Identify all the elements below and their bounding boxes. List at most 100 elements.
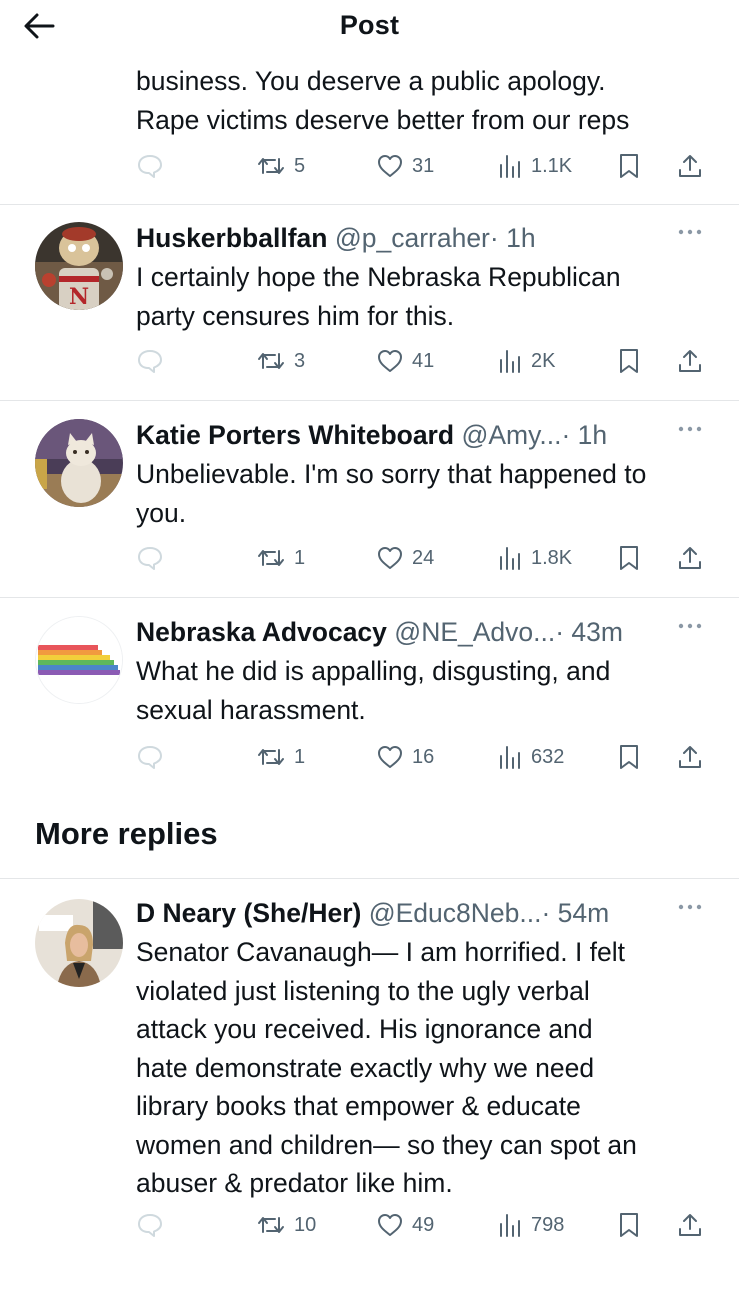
tweet-text: I certainly hope the Nebraska Republican…: [136, 258, 716, 335]
share-button[interactable]: [676, 739, 704, 775]
reply-tweet[interactable]: business. You deserve a public apology. …: [0, 62, 739, 202]
tweet-text-line: abuser & predator like him.: [136, 1168, 453, 1198]
user-handle[interactable]: @p_carraher: [335, 223, 490, 253]
bookmark-button[interactable]: [617, 1207, 641, 1243]
likes-count: 31: [412, 154, 435, 177]
like-button[interactable]: 49: [376, 1207, 434, 1243]
avatar[interactable]: [35, 899, 123, 987]
avatar[interactable]: N: [35, 222, 123, 310]
reply-button[interactable]: [136, 1207, 164, 1243]
divider: [0, 400, 739, 401]
avatar[interactable]: [35, 616, 123, 704]
views-bar-chart-icon: [497, 1212, 523, 1238]
views-count: 632: [531, 745, 565, 768]
tweet-header: Huskerbballfan @p_carraher· 1h: [136, 220, 676, 256]
more-options-button[interactable]: [672, 895, 708, 925]
views-button[interactable]: 798: [497, 1207, 564, 1243]
timestamp[interactable]: · 1h: [490, 223, 536, 253]
tweet-header: Nebraska Advocacy @NE_Advo...· 43m: [136, 614, 676, 650]
avatar[interactable]: [35, 419, 123, 507]
comment-bubble-icon: [136, 153, 164, 179]
reply-button[interactable]: [136, 540, 164, 576]
retweet-button[interactable]: 1: [256, 540, 305, 576]
bookmark-icon: [617, 347, 641, 375]
reply-tweet[interactable]: Katie Porters Whiteboard @Amy...· 1h Unb…: [0, 417, 739, 587]
tweet-text-line: hate demonstrate exactly why we need: [136, 1052, 595, 1083]
tweet-text: Senator Cavanaugh— I am horrified. I fel…: [136, 933, 716, 1203]
share-upload-icon: [676, 544, 704, 572]
tweet-header: Katie Porters Whiteboard @Amy...· 1h: [136, 417, 676, 453]
bookmark-button[interactable]: [617, 540, 641, 576]
share-button[interactable]: [676, 540, 704, 576]
tweet-actions: 1 16 632: [0, 739, 739, 775]
timestamp[interactable]: · 43m: [555, 617, 623, 647]
views-button[interactable]: 1.8K: [497, 540, 572, 576]
display-name[interactable]: Huskerbballfan: [136, 223, 327, 253]
share-upload-icon: [676, 152, 704, 180]
retweet-button[interactable]: 3: [256, 343, 305, 379]
tweet-actions: 10 49 798: [0, 1207, 739, 1243]
like-button[interactable]: 16: [376, 739, 434, 775]
heart-icon: [376, 1212, 404, 1238]
share-upload-icon: [676, 347, 704, 375]
share-button[interactable]: [676, 1207, 704, 1243]
tweet-text-line: women and children— so they can spot an: [136, 1129, 637, 1160]
display-name[interactable]: Katie Porters Whiteboard: [136, 420, 454, 450]
views-button[interactable]: 1.1K: [497, 148, 572, 184]
reply-tweet[interactable]: N Huskerbballfan @p_carraher· 1h I certa…: [0, 220, 739, 390]
reply-tweet[interactable]: D Neary (She/Her) @Educ8Neb...· 54m Sena…: [0, 895, 739, 1245]
heart-icon: [376, 545, 404, 571]
user-handle[interactable]: @Amy...: [461, 420, 561, 450]
reply-button[interactable]: [136, 148, 164, 184]
tweet-text-line: Rape victims deserve better from our rep…: [136, 104, 630, 135]
views-bar-chart-icon: [497, 348, 523, 374]
more-options-button[interactable]: [672, 220, 708, 250]
divider: [0, 597, 739, 598]
retweets-count: 3: [294, 349, 306, 372]
mascot-avatar-image: N: [35, 222, 123, 310]
display-name[interactable]: D Neary (She/Her): [136, 898, 361, 928]
tweet-actions: 5 31 1.1K: [0, 148, 739, 184]
comment-bubble-icon: [136, 744, 164, 770]
retweet-icon: [256, 545, 286, 571]
likes-count: 49: [412, 1213, 435, 1236]
bookmark-button[interactable]: [617, 343, 641, 379]
retweet-button[interactable]: 1: [256, 739, 305, 775]
share-button[interactable]: [676, 343, 704, 379]
timestamp[interactable]: · 1h: [561, 420, 607, 450]
like-button[interactable]: 31: [376, 148, 434, 184]
top-bar: Post: [0, 0, 739, 52]
comment-bubble-icon: [136, 545, 164, 571]
display-name[interactable]: Nebraska Advocacy: [136, 617, 387, 647]
reply-button[interactable]: [136, 343, 164, 379]
views-count: 798: [531, 1213, 565, 1236]
timestamp[interactable]: · 54m: [541, 898, 609, 928]
retweet-button[interactable]: 5: [256, 148, 305, 184]
views-button[interactable]: 632: [497, 739, 564, 775]
retweets-count: 10: [294, 1213, 317, 1236]
reply-button[interactable]: [136, 739, 164, 775]
share-button[interactable]: [676, 148, 704, 184]
tweet-text-line: attack you received. His ignorance and: [136, 1014, 593, 1044]
comment-bubble-icon: [136, 348, 164, 374]
retweet-button[interactable]: 10: [256, 1207, 316, 1243]
like-button[interactable]: 41: [376, 343, 434, 379]
tweet-header: D Neary (She/Her) @Educ8Neb...· 54m: [136, 895, 676, 931]
bookmark-button[interactable]: [617, 148, 641, 184]
views-count: 2K: [531, 349, 556, 372]
retweets-count: 1: [294, 546, 306, 569]
bookmark-button[interactable]: [617, 739, 641, 775]
user-handle[interactable]: @NE_Advo...: [394, 617, 555, 647]
reply-tweet[interactable]: Nebraska Advocacy @NE_Advo...· 43m What …: [0, 614, 739, 784]
user-handle[interactable]: @Educ8Neb...: [369, 898, 542, 928]
more-options-button[interactable]: [672, 614, 708, 644]
tweet-text-line: party censures him for this.: [136, 300, 455, 331]
divider: [0, 878, 739, 879]
share-upload-icon: [676, 1211, 704, 1239]
like-button[interactable]: 24: [376, 540, 434, 576]
comment-bubble-icon: [136, 1212, 164, 1238]
tweet-actions: 1 24 1.8K: [0, 540, 739, 576]
more-options-button[interactable]: [672, 417, 708, 447]
tweet-text-line: sexual harassment.: [136, 694, 366, 725]
views-button[interactable]: 2K: [497, 343, 555, 379]
